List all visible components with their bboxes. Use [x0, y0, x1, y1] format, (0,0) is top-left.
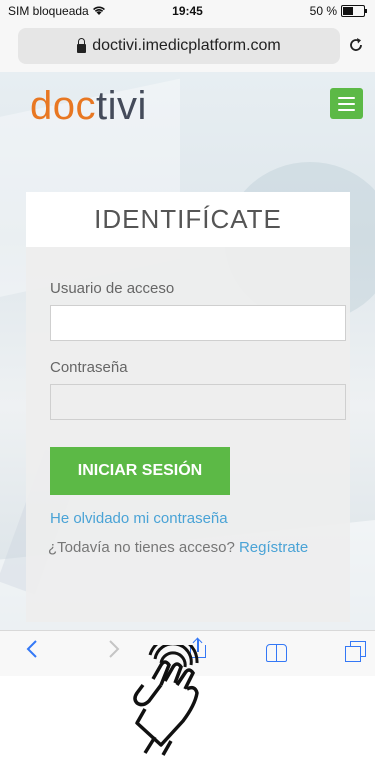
status-bar: SIM bloqueada 19:45 50 % [0, 0, 375, 22]
password-label: Contraseña [50, 359, 128, 376]
tab-front [345, 646, 361, 662]
back-icon[interactable] [26, 639, 38, 665]
login-title: IDENTIFÍCATE [26, 192, 350, 247]
no-access-text: ¿Todavía no tienes acceso? [48, 539, 235, 556]
forgot-password-link[interactable]: He olvidado mi contraseña [50, 510, 228, 527]
battery-icon [341, 5, 367, 17]
no-access-line: ¿Todavía no tienes acceso? Regístrate [48, 539, 308, 556]
address-bar[interactable]: doctivi.imedicplatform.com [18, 28, 340, 64]
battery-fill [343, 7, 353, 15]
login-button[interactable]: INICIAR SESIÓN [50, 447, 230, 495]
login-card: IDENTIFÍCATE Usuario de acceso Contraseñ… [26, 192, 350, 622]
lock-icon [77, 37, 87, 53]
password-field[interactable] [50, 384, 349, 421]
logo-text-part1: doc [30, 84, 96, 128]
logo-text-part2: tivi [96, 84, 147, 128]
url-text: doctivi.imedicplatform.com [92, 37, 281, 54]
register-link[interactable]: Regístrate [239, 539, 308, 556]
web-page: doctivi IDENTIFÍCATE Usuario de acceso C… [0, 72, 375, 630]
status-right: 50 % [309, 4, 367, 18]
menu-icon[interactable] [330, 88, 363, 119]
bookmarks-icon[interactable] [266, 644, 288, 662]
book-page-right [276, 644, 287, 662]
username-label: Usuario de acceso [50, 280, 175, 297]
tap-hand-icon [115, 636, 215, 756]
site-logo[interactable]: doctivi [30, 84, 147, 129]
menu-bar [338, 108, 355, 111]
browser-address-area: doctivi.imedicplatform.com [0, 22, 375, 72]
menu-bar [338, 102, 355, 105]
tabs-icon[interactable] [345, 641, 367, 663]
password-input[interactable] [51, 385, 349, 421]
username-field[interactable] [50, 305, 349, 342]
battery-percent: 50 % [309, 4, 337, 18]
reload-icon[interactable] [347, 36, 365, 59]
menu-bar [338, 96, 355, 99]
username-input[interactable] [51, 306, 349, 342]
